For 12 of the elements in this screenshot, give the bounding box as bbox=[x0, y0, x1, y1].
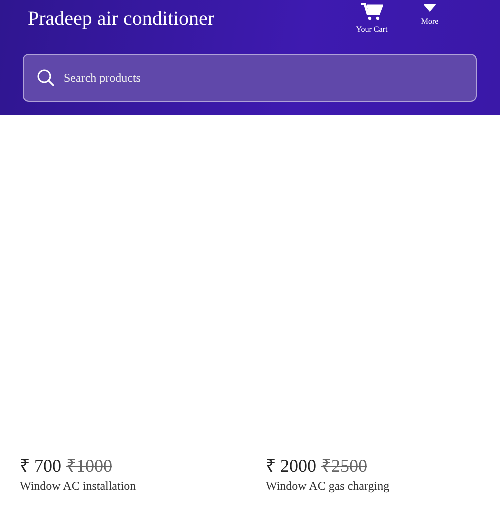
cart-icon bbox=[361, 3, 383, 21]
price: ₹ 2000 bbox=[266, 455, 316, 477]
caret-icon bbox=[423, 3, 437, 13]
old-price: ₹2500 bbox=[322, 455, 368, 477]
price: ₹ 700 bbox=[20, 455, 62, 477]
search-field[interactable]: Search products bbox=[23, 54, 477, 102]
more-button[interactable]: More bbox=[405, 0, 455, 36]
product-name: Window AC gas charging bbox=[266, 479, 391, 494]
cart-button[interactable]: Your Cart bbox=[347, 0, 397, 36]
old-price: ₹1000 bbox=[66, 455, 112, 477]
store-title: Pradeep air conditioner bbox=[27, 7, 215, 32]
product-name: Window AC installation bbox=[20, 479, 138, 494]
